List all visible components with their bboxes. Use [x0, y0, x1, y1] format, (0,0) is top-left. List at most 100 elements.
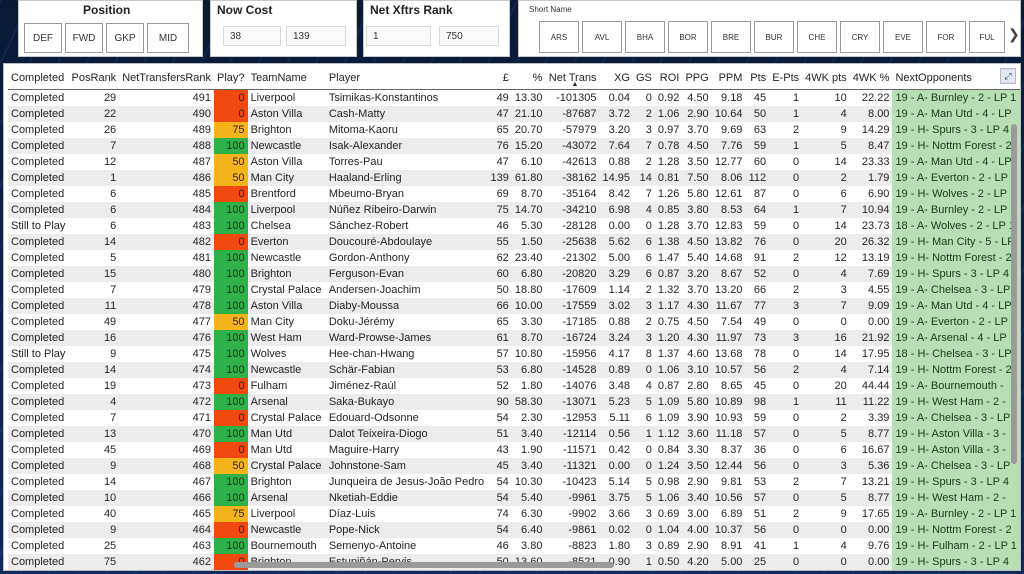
team-button-cry[interactable]: CRY: [840, 21, 880, 53]
table-row[interactable]: Completed 14 467 100 Brighton Junqueira de Je…: [8, 474, 1020, 490]
col-header[interactable]: PPG: [682, 67, 712, 90]
table-cell: Aston Villa: [250, 156, 303, 168]
position-button-def[interactable]: DEF: [24, 23, 62, 53]
net-xftrs-min-input[interactable]: 1: [366, 26, 431, 46]
table-cell: 471: [192, 412, 212, 424]
table-row[interactable]: Completed 5 481 100 Newcastle Gordon-Anthony 6…: [8, 250, 1020, 266]
table-cell: Gordon-Anthony: [328, 252, 410, 264]
team-button-ful[interactable]: FUL: [969, 21, 1005, 53]
team-button-ars[interactable]: ARS: [539, 21, 579, 53]
table-row[interactable]: Completed 29 491 0 Liverpool Tsimikas-Konstan…: [8, 89, 1020, 106]
table-row[interactable]: Completed 14 474 100 Newcastle Schär-Fabian 53…: [8, 362, 1020, 378]
col-header[interactable]: £: [487, 67, 512, 90]
col-header[interactable]: PPM: [711, 67, 746, 90]
table-cell: 5: [802, 138, 850, 154]
table-cell: 0: [793, 444, 800, 456]
table-row[interactable]: Completed 6 484 100 Liverpool Núñez Ribeiro-D…: [8, 202, 1020, 218]
table-cell: 9: [68, 522, 120, 538]
table-cell: 2.90: [687, 540, 709, 552]
table-cell: 45: [753, 92, 767, 104]
col-header[interactable]: %: [511, 67, 546, 90]
position-button-mid[interactable]: MID: [147, 23, 189, 53]
position-button-gkp[interactable]: GKP: [106, 23, 144, 53]
team-button-eve[interactable]: EVE: [883, 21, 923, 53]
col-header[interactable]: E-Pts: [769, 67, 803, 90]
table-row[interactable]: Still to Play 6 483 100 Chelsea Sánchez-Rober…: [8, 218, 1020, 234]
position-button-fwd[interactable]: FWD: [65, 23, 103, 53]
col-header[interactable]: 4WK pts: [802, 67, 850, 90]
chevron-right-icon[interactable]: ❯: [1008, 26, 1020, 43]
table-cell: 1.47: [657, 252, 680, 264]
table-cell: 4: [645, 380, 652, 392]
team-button-for[interactable]: FOR: [926, 21, 966, 53]
team-button-bur[interactable]: BUR: [754, 21, 794, 53]
table-row[interactable]: Completed 16 476 100 West Ham Ward-Prowse-Jam…: [8, 330, 1020, 346]
table-row[interactable]: Completed 12 487 50 Aston Villa Torres-Pau 47 6…: [8, 154, 1020, 170]
table-cell: 3.39: [868, 412, 890, 424]
now-cost-max-input[interactable]: 139: [286, 26, 346, 46]
table-cell: -12953: [562, 412, 597, 424]
data-table: Completed PosRank NetTransfersRank Play?…: [8, 67, 1020, 570]
team-button-bre[interactable]: BRE: [711, 21, 751, 53]
table-row[interactable]: Completed 49 477 50 Man City Doku-Jérémy 65 3.3…: [8, 314, 1020, 330]
col-header[interactable]: Pts: [745, 67, 770, 90]
table-cell: 46: [496, 220, 509, 232]
table-cell: Dalot Teixeira-Diogo: [325, 426, 488, 442]
table-cell: Still to Play: [11, 220, 66, 232]
table-cell: 1.50: [511, 234, 546, 250]
table-cell: 13.21: [861, 476, 890, 488]
next-opponents-cell: 19 - A- Chelsea - 3 - LP: [892, 410, 1020, 426]
expand-icon[interactable]: ⤢: [1000, 68, 1016, 84]
col-header[interactable]: XG: [599, 67, 633, 90]
table-row[interactable]: Completed 13 470 100 Man Utd Dalot Teixeira-D…: [8, 426, 1020, 442]
table-row[interactable]: Completed 25 463 100 Bournemouth Semenyo-Anto…: [8, 538, 1020, 554]
team-button-bor[interactable]: BOR: [668, 21, 708, 53]
table-cell: Completed: [11, 156, 65, 168]
table-row[interactable]: Completed 7 471 0 Crystal Palace Edouard-Odso…: [8, 410, 1020, 426]
col-header[interactable]: Play?: [214, 67, 248, 90]
col-header[interactable]: 4WK %: [849, 67, 893, 90]
table-row[interactable]: Completed 15 480 100 Brighton Ferguson-Evan 60…: [8, 266, 1020, 282]
table-cell: Doku-Jérémy: [328, 316, 395, 328]
table-row[interactable]: Completed 45 469 0 Man Utd Maguire-Harry 43 1.9…: [8, 442, 1020, 458]
table-row[interactable]: Completed 9 464 0 Newcastle Pope-Nick 54 6.40 -9…: [8, 522, 1020, 538]
table-cell: Mbeumo-Bryan: [328, 188, 405, 200]
table-row[interactable]: Still to Play 9 475 100 Wolves Hee-chan-Hwang…: [8, 346, 1020, 362]
col-header[interactable]: NetTransfersRank: [119, 67, 215, 90]
team-button-che[interactable]: CHE: [797, 21, 837, 53]
col-header[interactable]: Completed: [8, 67, 69, 90]
horizontal-scrollbar[interactable]: [234, 562, 614, 568]
table-row[interactable]: Completed 9 468 50 Crystal Palace Johnstone-S…: [8, 458, 1020, 474]
net-xftrs-max-input[interactable]: 750: [439, 26, 499, 46]
play-status-cell: 100: [214, 490, 248, 506]
col-header-sorted[interactable]: Net Trans ▲: [545, 67, 600, 90]
table-row[interactable]: Completed 22 490 0 Aston Villa Cash-Matty 47 21…: [8, 106, 1020, 122]
table-cell: -12114: [545, 426, 600, 442]
table-row[interactable]: Completed 1 486 50 Man City Haaland-Erling 139…: [8, 170, 1020, 186]
col-header[interactable]: GS: [632, 67, 655, 90]
vertical-scrollbar[interactable]: [1011, 124, 1017, 464]
table-row[interactable]: Completed 14 482 0 Everton Doucouré-Abdoulaye…: [8, 234, 1020, 250]
team-button-avl[interactable]: AVL: [582, 21, 622, 53]
table-row[interactable]: Completed 10 466 100 Arsenal Nketiah-Eddie 54 5…: [8, 490, 1020, 506]
table-cell: 14.70: [511, 202, 546, 218]
col-header[interactable]: TeamName: [247, 67, 326, 90]
table-row[interactable]: Completed 19 473 0 Fulham Jiménez-Raúl 52 1.80-…: [8, 378, 1020, 394]
table-cell: 2: [793, 124, 800, 136]
table-row[interactable]: Completed 7 488 100 Newcastle Isak-Alexander 7…: [8, 138, 1020, 154]
table-row[interactable]: Completed 11 478 100 Aston Villa Diaby-Moussa…: [8, 298, 1020, 314]
table-row[interactable]: Completed 6 485 0 Brentford Mbeumo-Bryan 69 8.7…: [8, 186, 1020, 202]
table-row[interactable]: Completed 7 479 100 Crystal Palace Andersen-J…: [8, 282, 1020, 298]
table-cell: 53: [753, 476, 767, 488]
table-row[interactable]: Completed 26 489 75 Brighton Mitoma-Kaoru 65 20…: [8, 122, 1020, 138]
now-cost-min-input[interactable]: 38: [223, 26, 281, 46]
team-button-bha[interactable]: BHA: [625, 21, 665, 53]
col-header[interactable]: ROI: [654, 67, 683, 90]
table-row[interactable]: Completed 40 465 75 Liverpool Díaz-Luis 74 6.30…: [8, 506, 1020, 522]
col-header[interactable]: Player: [325, 67, 488, 90]
col-header[interactable]: PosRank: [68, 67, 120, 90]
table-cell: 5: [802, 426, 850, 442]
table-cell: 474: [119, 362, 215, 378]
table-row[interactable]: Completed 4 472 100 Arsenal Saka-Bukayo 90 58.3…: [8, 394, 1020, 410]
table-cell: 74: [496, 508, 509, 520]
